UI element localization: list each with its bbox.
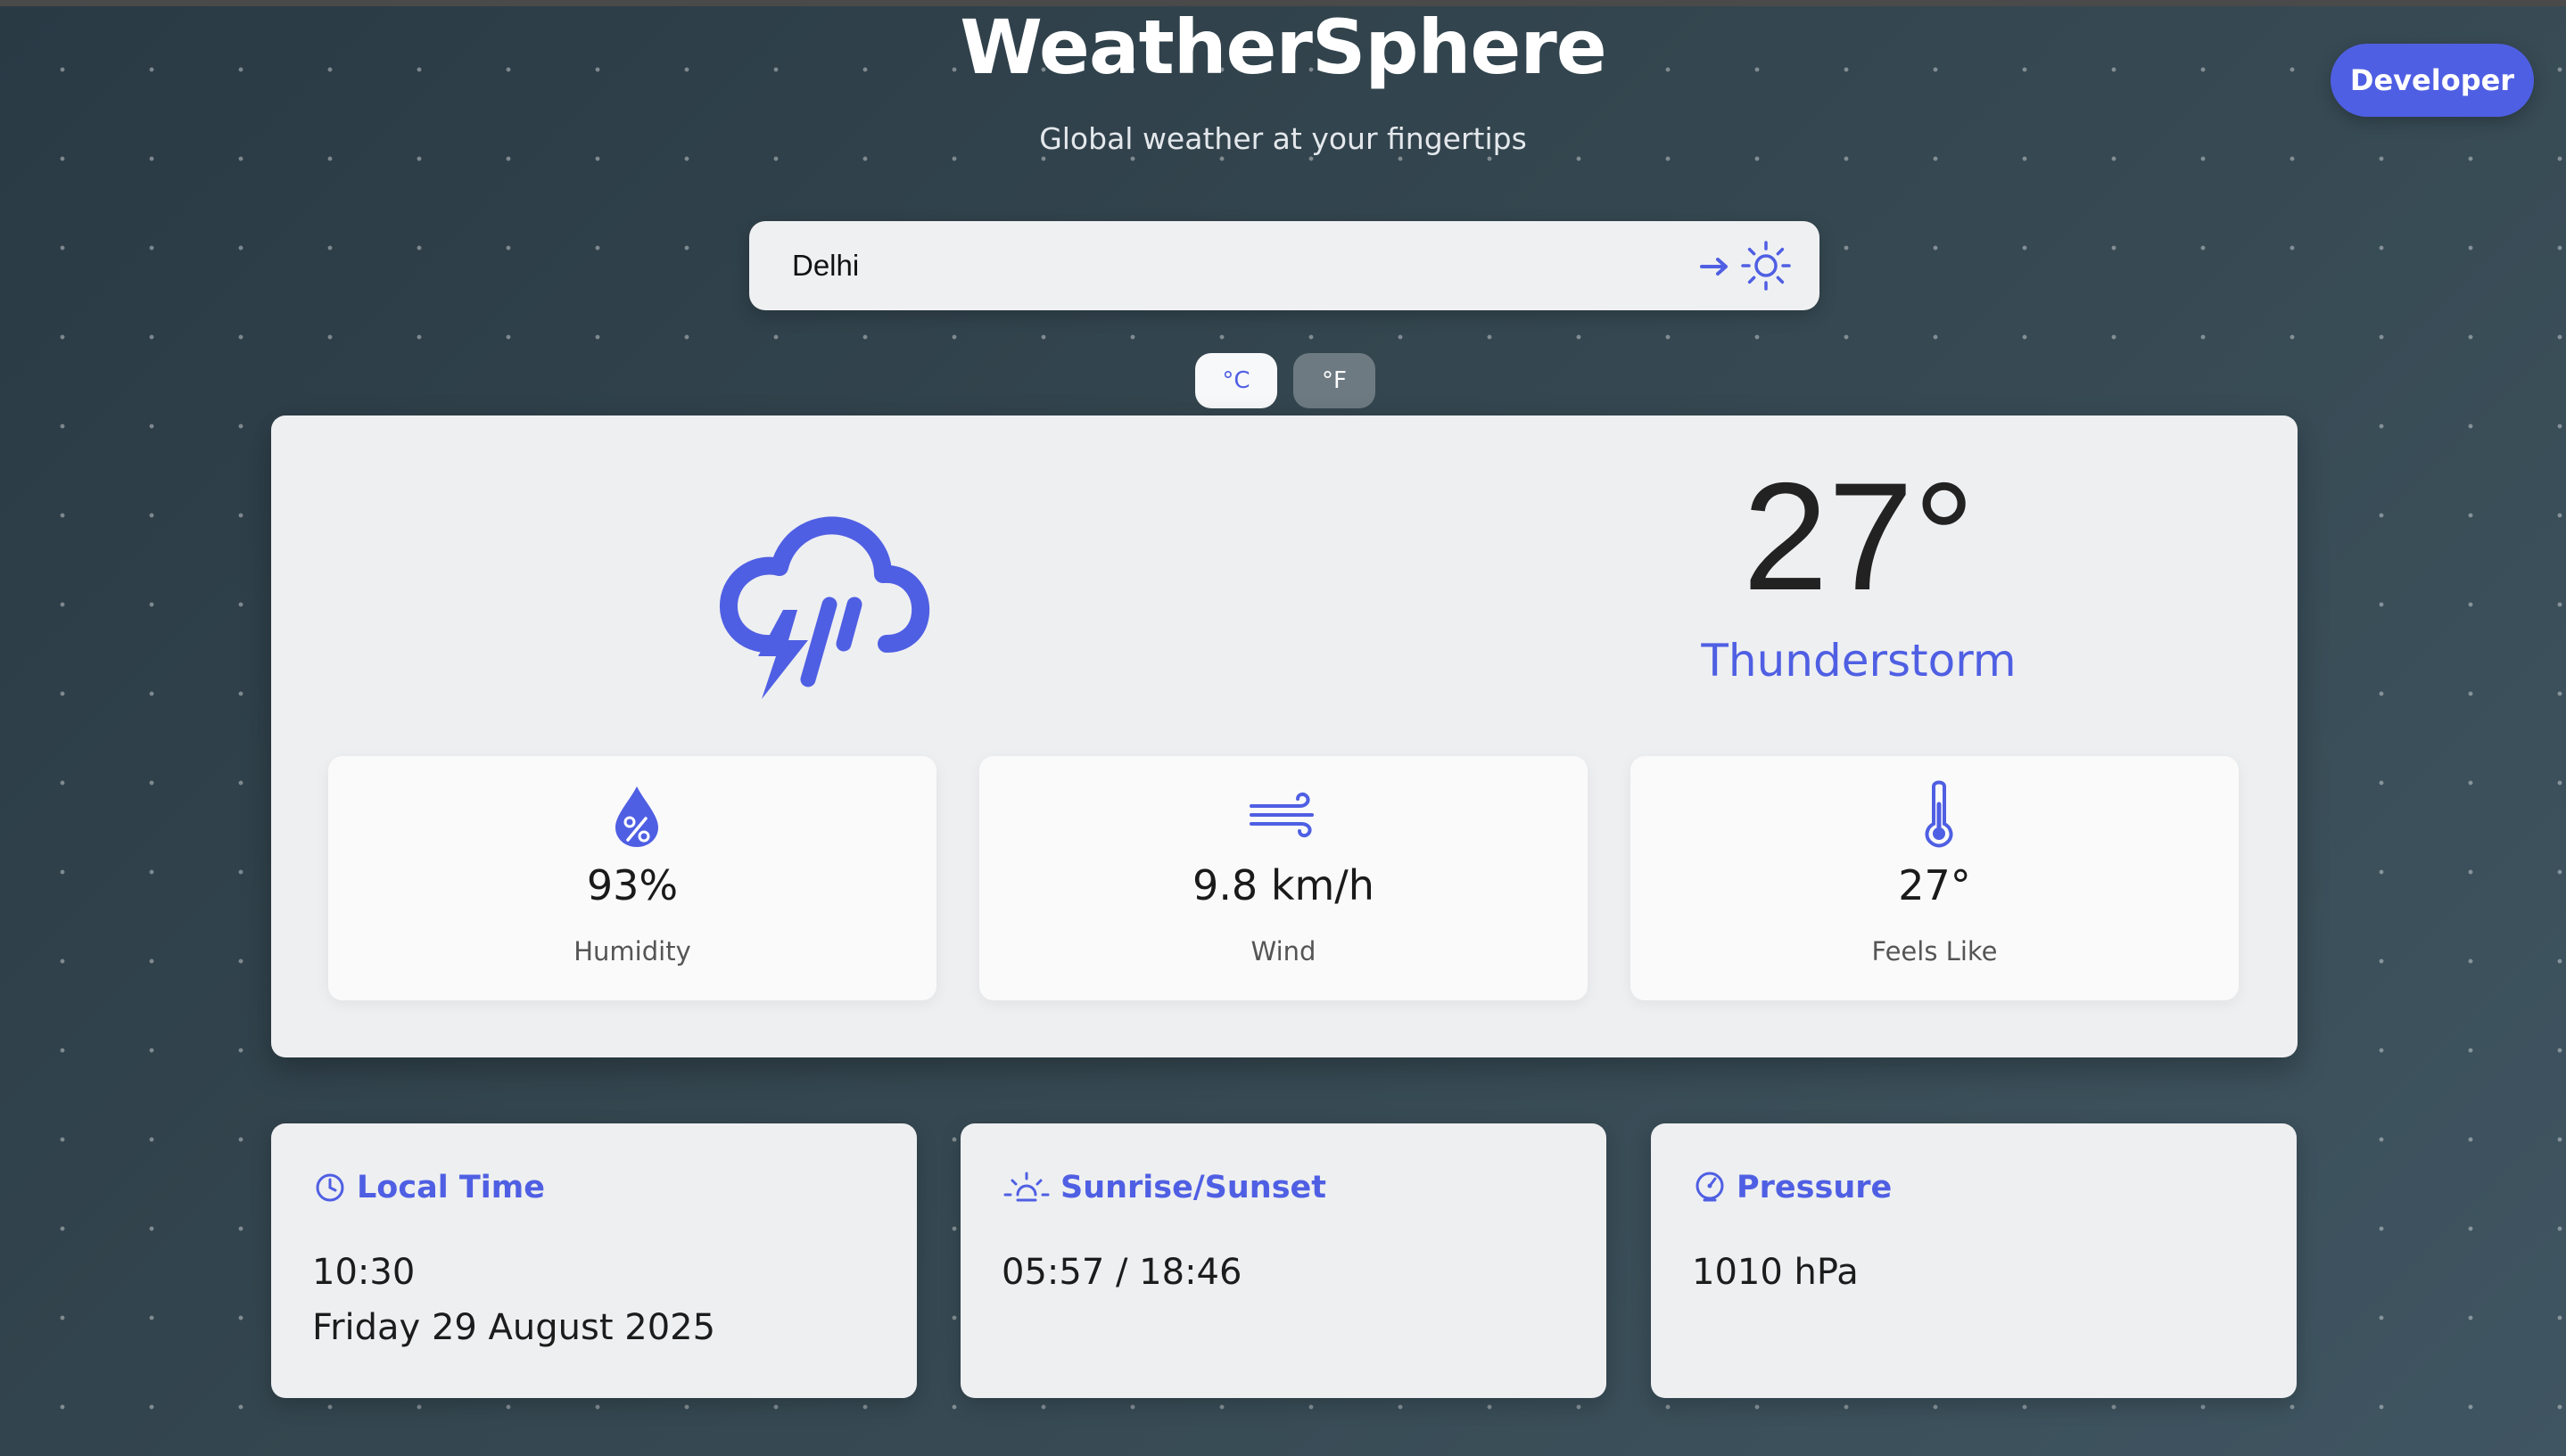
sunrise-sunset-header: Sunrise/Sunset bbox=[1002, 1170, 1326, 1205]
app-title: WeatherSphere bbox=[960, 4, 1606, 91]
feels-like-card: 27° Feels Like bbox=[1630, 756, 2239, 1000]
fahrenheit-toggle[interactable]: °F bbox=[1293, 353, 1375, 408]
local-time-card: Local Time 10:30 Friday 29 August 2025 bbox=[271, 1123, 917, 1398]
sunrise-sunset-value: 05:57 / 18:46 bbox=[1002, 1252, 1242, 1293]
sunrise-sunset-card: Sunrise/Sunset 05:57 / 18:46 bbox=[961, 1123, 1606, 1398]
arrow-right-icon[interactable] bbox=[1693, 244, 1737, 289]
wind-label: Wind bbox=[1250, 936, 1316, 967]
search-bar bbox=[749, 221, 1819, 310]
wind-card: 9.8 km/h Wind bbox=[979, 756, 1588, 1000]
thermometer-icon bbox=[1925, 780, 1953, 848]
thunderstorm-icon bbox=[719, 516, 930, 699]
sun-theme-icon[interactable] bbox=[1739, 239, 1793, 292]
humidity-card: 93% Humidity bbox=[328, 756, 936, 1000]
wind-value: 9.8 km/h bbox=[1192, 861, 1374, 909]
celsius-toggle[interactable]: °C bbox=[1195, 353, 1277, 408]
humidity-drop-icon bbox=[615, 786, 658, 847]
pressure-value: 1010 hPa bbox=[1692, 1252, 1859, 1293]
humidity-label: Humidity bbox=[573, 936, 691, 967]
clock-icon bbox=[316, 1173, 344, 1202]
local-time-value: 10:30 bbox=[312, 1252, 416, 1293]
local-time-header: Local Time bbox=[312, 1170, 545, 1205]
pressure-card: Pressure 1010 hPa bbox=[1651, 1123, 2297, 1398]
local-date-value: Friday 29 August 2025 bbox=[312, 1307, 716, 1348]
sunrise-icon bbox=[1003, 1172, 1050, 1202]
sunrise-sunset-title: Sunrise/Sunset bbox=[1060, 1170, 1326, 1205]
pressure-gauge-icon bbox=[1696, 1172, 1724, 1202]
current-temperature: 27° bbox=[1742, 451, 1976, 622]
wind-icon bbox=[1250, 792, 1314, 838]
humidity-value: 93% bbox=[586, 861, 679, 909]
developer-button[interactable]: Developer bbox=[2331, 44, 2534, 117]
pressure-title: Pressure bbox=[1737, 1170, 1893, 1205]
current-weather-card: 27° Thunderstorm 93% Humidity 9.8 km/h W… bbox=[271, 415, 2298, 1057]
feels-like-value: 27° bbox=[1898, 861, 1971, 909]
feels-like-label: Feels Like bbox=[1871, 936, 1998, 967]
app-subtitle: Global weather at your fingertips bbox=[1039, 121, 1527, 156]
weather-condition: Thunderstorm bbox=[1701, 635, 2017, 687]
local-time-title: Local Time bbox=[357, 1170, 545, 1205]
city-search-input[interactable] bbox=[792, 221, 1684, 310]
pressure-header: Pressure bbox=[1692, 1170, 1892, 1205]
